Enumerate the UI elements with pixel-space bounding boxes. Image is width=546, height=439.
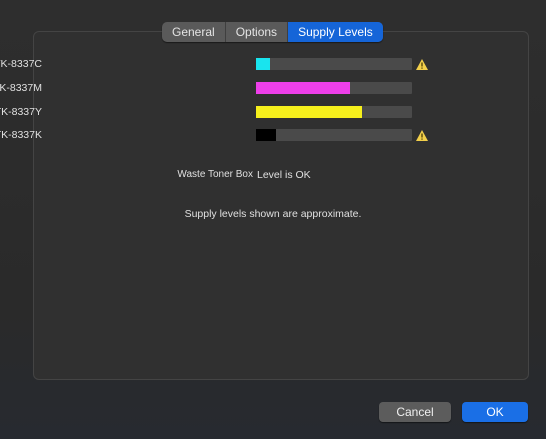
waste-toner-label: Waste Toner Box <box>177 169 253 180</box>
level-bar-track <box>256 129 412 141</box>
cancel-button[interactable]: Cancel <box>379 402 451 422</box>
tab-options[interactable]: Options <box>226 22 289 42</box>
ok-button[interactable]: OK <box>462 402 528 422</box>
tab-bar: General Options Supply Levels <box>162 22 383 42</box>
level-bar-fill <box>256 106 363 118</box>
level-bar-fill <box>256 129 277 141</box>
warning-icon <box>416 130 428 141</box>
printer-options-sheet: General Options Supply Levels TK-8337C T… <box>0 0 546 439</box>
waste-toner-status: Level is OK <box>257 169 311 181</box>
approximate-levels-note: Supply levels shown are approximate. <box>184 208 362 220</box>
supply-label: TK-8337K <box>0 129 42 141</box>
level-bar-fill <box>256 58 271 70</box>
supply-label: TK-8337M <box>0 82 42 94</box>
tab-general[interactable]: General <box>162 22 226 42</box>
supply-label: TK-8337C <box>0 58 42 70</box>
supply-label: TK-8337Y <box>0 106 42 118</box>
warning-icon <box>416 59 428 70</box>
tab-supply-levels[interactable]: Supply Levels <box>288 22 383 42</box>
level-bar-track <box>256 82 412 94</box>
level-bar-track <box>256 106 412 118</box>
level-bar-track <box>256 58 412 70</box>
level-bar-fill <box>256 82 350 94</box>
